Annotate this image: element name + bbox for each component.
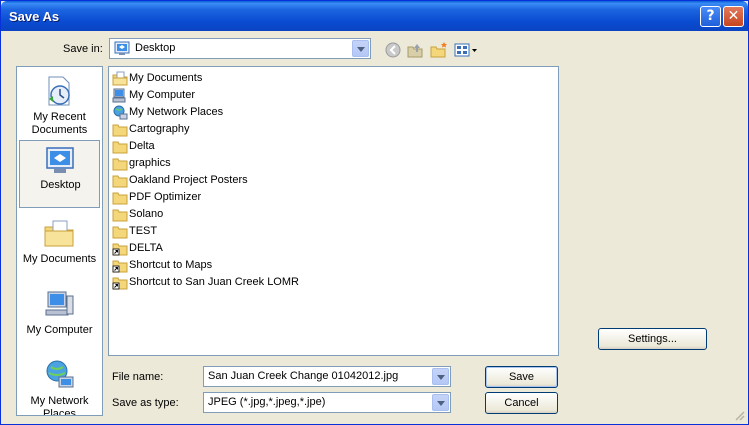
- save-as-type-value: JPEG (*.jpg,*.jpeg,*.jpe): [208, 396, 326, 408]
- file-list-item[interactable]: Cartography: [112, 121, 552, 138]
- place-label: Desktop: [40, 179, 81, 191]
- file-name-text: graphics: [129, 157, 171, 169]
- place-my-recent-documents[interactable]: My Recent Documents: [19, 71, 100, 139]
- file-list-item[interactable]: Shortcut to San Juan Creek LOMR: [112, 274, 552, 291]
- recent-documents-icon: [48, 76, 70, 106]
- chevron-down-icon[interactable]: [432, 394, 449, 411]
- folder-icon: [112, 226, 128, 239]
- file-name-label: File name:: [112, 371, 164, 383]
- window-title: Save As: [9, 9, 60, 24]
- file-list-item[interactable]: Oakland Project Posters: [112, 172, 552, 189]
- chevron-down-icon[interactable]: [352, 40, 369, 57]
- folder-shortcut-icon: [112, 277, 128, 290]
- my-documents-icon: [44, 220, 74, 247]
- back-icon[interactable]: [384, 41, 402, 59]
- file-name-text: Cartography: [129, 123, 190, 135]
- new-folder-icon[interactable]: [430, 41, 448, 59]
- resize-grip-icon[interactable]: [733, 409, 745, 421]
- file-name-text: Oakland Project Posters: [129, 174, 248, 186]
- file-list-item[interactable]: My Network Places: [112, 104, 552, 121]
- file-name-text: Delta: [129, 140, 155, 152]
- folder-icon: [112, 124, 128, 137]
- place-my-documents[interactable]: My Documents: [19, 213, 100, 281]
- place-desktop[interactable]: Desktop: [19, 140, 100, 208]
- file-name-text: TEST: [129, 225, 158, 237]
- up-folder-icon[interactable]: [406, 41, 424, 59]
- place-label: My Network Places: [30, 395, 89, 416]
- folder-icon: [112, 192, 128, 205]
- save-in-value: Desktop: [135, 42, 176, 54]
- file-list-item[interactable]: Delta: [112, 138, 552, 155]
- folder-icon: [112, 209, 128, 222]
- my-computer-icon: [112, 88, 126, 103]
- file-list-item[interactable]: My Computer: [112, 87, 552, 104]
- file-list-item[interactable]: Shortcut to Maps: [112, 257, 552, 274]
- desktop-icon: [46, 147, 74, 173]
- file-name-input[interactable]: San Juan Creek Change 01042012.jpg: [203, 366, 451, 387]
- help-button[interactable]: ?: [700, 6, 721, 27]
- file-name-text: My Network Places: [129, 106, 224, 118]
- views-icon[interactable]: [454, 41, 478, 59]
- file-list-item[interactable]: My Documents: [112, 70, 552, 87]
- folder-icon: [112, 158, 128, 171]
- file-name-text: My Computer: [129, 89, 196, 101]
- settings-button[interactable]: Settings...: [598, 328, 707, 350]
- file-list-item[interactable]: PDF Optimizer: [112, 189, 552, 206]
- save-button[interactable]: Save: [485, 366, 558, 388]
- my-documents-icon: [112, 71, 128, 86]
- place-my-network-places[interactable]: My Network Places: [19, 355, 100, 416]
- my-computer-icon: [45, 291, 74, 316]
- place-label: My Recent Documents: [31, 111, 88, 136]
- file-name-text: DELTA: [129, 242, 163, 254]
- save-as-dialog: Save As ? ✕ Save in: Desktop My Recent D…: [0, 0, 749, 425]
- file-list-item[interactable]: DELTA: [112, 240, 552, 257]
- title-bar[interactable]: Save As ? ✕: [1, 1, 748, 31]
- close-button[interactable]: ✕: [723, 6, 744, 27]
- save-as-type-label: Save as type:: [112, 397, 179, 409]
- file-name-text: Shortcut to Maps: [129, 259, 213, 271]
- file-list-item[interactable]: Solano: [112, 206, 552, 223]
- save-as-type-dropdown[interactable]: JPEG (*.jpg,*.jpeg,*.jpe): [203, 392, 451, 413]
- folder-icon: [112, 141, 128, 154]
- folder-shortcut-icon: [112, 260, 128, 273]
- chevron-down-icon[interactable]: [432, 368, 449, 385]
- file-list[interactable]: My Documents My Computer My Network Places…: [108, 66, 559, 356]
- desktop-icon: [114, 41, 130, 55]
- file-name-value: San Juan Creek Change 01042012.jpg: [208, 370, 399, 382]
- file-name-text: My Documents: [129, 72, 203, 84]
- places-bar: My Recent Documents Desktop My Documents: [16, 66, 103, 416]
- place-my-computer[interactable]: My Computer: [19, 284, 100, 352]
- save-in-dropdown[interactable]: Desktop: [109, 38, 371, 59]
- file-name-text: PDF Optimizer: [129, 191, 202, 203]
- folder-icon: [112, 175, 128, 188]
- file-list-item[interactable]: TEST: [112, 223, 552, 240]
- place-label: My Computer: [26, 324, 93, 336]
- place-label: My Documents: [22, 253, 97, 265]
- save-in-label: Save in:: [63, 43, 103, 55]
- file-list-item[interactable]: graphics: [112, 155, 552, 172]
- file-name-text: Solano: [129, 208, 164, 220]
- file-name-text: Shortcut to San Juan Creek LOMR: [129, 276, 299, 288]
- folder-shortcut-icon: [112, 243, 128, 256]
- network-places-icon: [46, 360, 74, 388]
- cancel-button[interactable]: Cancel: [485, 392, 558, 414]
- network-places-icon: [113, 105, 128, 120]
